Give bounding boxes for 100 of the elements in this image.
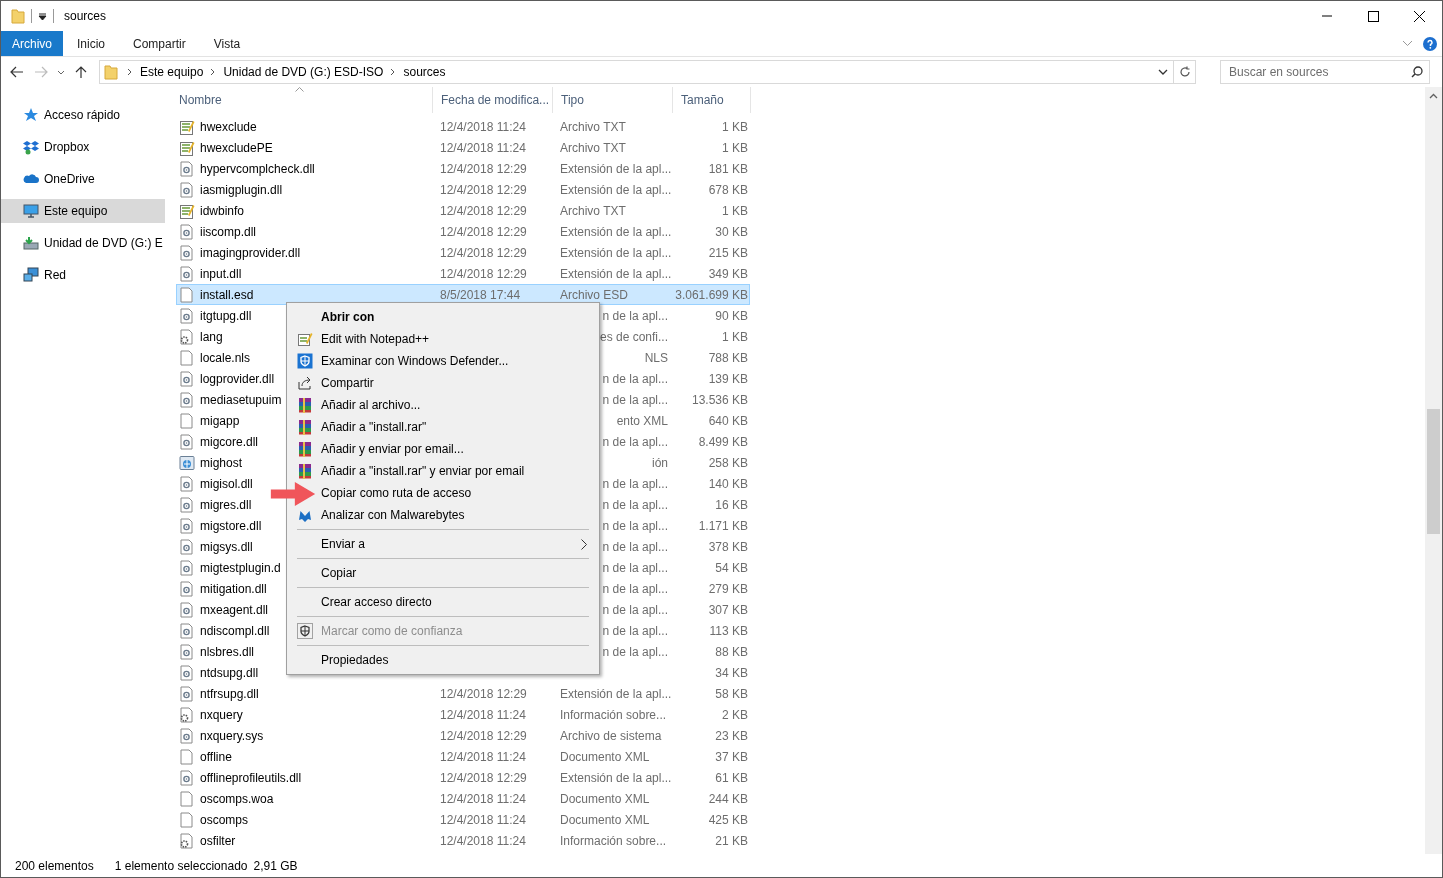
file-name[interactable]: ntdsupg.dll — [200, 665, 259, 680]
file-name[interactable]: mxeagent.dll — [200, 602, 269, 617]
menu-item[interactable]: Copiar como ruta de acceso — [321, 482, 599, 504]
file-name[interactable]: iasmigplugin.dll — [200, 182, 283, 197]
file-name[interactable]: ntfrsupg.dll — [200, 686, 259, 701]
file-name[interactable]: migisol.dll — [200, 476, 253, 491]
scroll-up-icon[interactable] — [1429, 93, 1438, 99]
column-header[interactable]: Tamaño — [673, 87, 751, 113]
gear-file-icon — [179, 601, 195, 618]
date-cell: 12/4/2018 12:29 — [440, 686, 527, 701]
column-header[interactable]: Fecha de modifica... — [433, 87, 553, 113]
file-name[interactable]: ndiscompl.dll — [200, 623, 270, 638]
file-name[interactable]: mediasetupuim — [200, 392, 282, 407]
search-field[interactable]: Buscar en sources — [1220, 60, 1430, 84]
file-name[interactable]: oscomps.woa — [200, 791, 274, 806]
gear-file-icon — [179, 244, 195, 261]
breadcrumb[interactable]: sources — [399, 65, 450, 79]
menu-item[interactable]: Crear acceso directo — [321, 591, 599, 613]
sidebar-item[interactable]: Red — [1, 263, 165, 287]
sidebar-item[interactable]: Este equipo — [1, 199, 165, 223]
menu-item[interactable]: Propiedades — [321, 649, 599, 671]
file-name[interactable]: nxquery — [200, 707, 243, 722]
type-cell: n de la apl... — [602, 602, 668, 617]
file-name[interactable]: migstore.dll — [200, 518, 262, 533]
expand-ribbon-icon[interactable] — [1402, 40, 1413, 47]
file-name[interactable]: hypervcomplcheck.dll — [200, 161, 315, 176]
menu-item[interactable]: Edit with Notepad++ — [321, 328, 599, 350]
file-name[interactable]: offline — [200, 749, 232, 764]
file-name[interactable]: idwbinfo — [200, 203, 245, 218]
notepad-icon — [297, 331, 313, 347]
file-name[interactable]: nlsbres.dll — [200, 644, 255, 659]
help-icon[interactable] — [1423, 36, 1437, 51]
menu-item[interactable]: Analizar con Malwarebytes — [321, 504, 599, 526]
file-name[interactable]: lang — [200, 329, 223, 344]
menu-item[interactable]: Copiar — [321, 562, 599, 584]
selected-row[interactable]: install.esd 8/5/2018 17:44 Archivo ESD 3.061.699 KB — [176, 284, 750, 305]
shield-icon — [297, 353, 313, 369]
file-name[interactable]: migcore.dll — [200, 434, 259, 449]
file-name[interactable]: hwexcludePE — [200, 140, 273, 155]
file-name[interactable]: migtestplugin.d — [200, 560, 281, 575]
file-menu-tab[interactable]: Archivo — [1, 31, 63, 56]
menu-item[interactable]: Añadir a "install.rar" — [321, 416, 599, 438]
file-name[interactable]: input.dll — [200, 266, 242, 281]
search-icon[interactable] — [1411, 66, 1423, 78]
type-cell: Archivo ESD — [560, 287, 629, 302]
dropdown-icon[interactable] — [1158, 69, 1168, 75]
sidebar-item[interactable]: Acceso rápido — [1, 103, 165, 127]
text-file-icon — [179, 118, 195, 135]
ribbon-tab[interactable]: Vista — [199, 31, 255, 56]
file-name[interactable]: migres.dll — [200, 497, 252, 512]
sidebar-item[interactable]: OneDrive — [1, 167, 165, 191]
file-name[interactable]: osfilter — [200, 833, 236, 848]
breadcrumb[interactable]: Unidad de DVD (G:) ESD-ISO — [219, 65, 388, 79]
breadcrumb[interactable]: Este equipo — [136, 65, 208, 79]
ribbon-tab[interactable]: Inicio — [63, 31, 120, 56]
file-name[interactable]: oscomps — [200, 812, 249, 827]
address-bar[interactable]: Este equipo Unidad de DVD (G:) ESD-ISO sources — [99, 60, 1196, 84]
gear-file-icon — [179, 223, 195, 240]
file-name[interactable]: mitigation.dll — [200, 581, 267, 596]
file-name[interactable]: offlineprofileutils.dll — [200, 770, 302, 785]
sidebar-item[interactable]: Dropbox — [1, 135, 165, 159]
gear-file-icon — [179, 727, 195, 744]
globe-app-icon — [179, 454, 195, 471]
size-cell: 139 KB — [708, 371, 748, 386]
file-name[interactable]: hwexclude — [200, 119, 257, 134]
file-name[interactable]: migapp — [200, 413, 240, 428]
file-name[interactable]: install.esd — [200, 287, 254, 302]
books-icon — [297, 419, 313, 435]
scroll-thumb[interactable] — [1427, 409, 1440, 534]
chevron-icon[interactable] — [126, 68, 134, 76]
menu-item[interactable]: Añadir a "install.rar" y enviar por email — [321, 460, 599, 482]
file-icon — [179, 412, 195, 429]
scrollbar[interactable] — [1425, 87, 1442, 854]
file-name[interactable]: iiscomp.dll — [200, 224, 256, 239]
column-header[interactable]: Nombre — [171, 87, 433, 113]
menu-item[interactable]: Abrir con — [321, 306, 599, 328]
type-cell: n de la apl... — [602, 308, 668, 323]
menu-item[interactable]: Añadir y enviar por email... — [321, 438, 599, 460]
monitor-icon — [23, 203, 39, 219]
menu-item[interactable]: Enviar a — [321, 533, 599, 555]
books-icon — [297, 441, 313, 457]
menu-item[interactable]: Examinar con Windows Defender... — [321, 350, 599, 372]
file-name[interactable]: nxquery.sys — [200, 728, 264, 743]
file-name[interactable]: logprovider.dll — [200, 371, 275, 386]
size-cell: 16 KB — [715, 497, 748, 512]
customize-toolbar-icon[interactable] — [38, 11, 47, 21]
type-cell: Extensión de la apl... — [560, 182, 672, 197]
ribbon-tab[interactable]: Compartir — [119, 31, 200, 56]
size-cell: 215 KB — [708, 245, 748, 260]
file-name[interactable]: mighost — [200, 455, 243, 470]
type-cell: n de la apl... — [602, 581, 668, 596]
file-name[interactable]: migsys.dll — [200, 539, 253, 554]
menu-item[interactable]: Añadir al archivo... — [321, 394, 599, 416]
file-name[interactable]: locale.nls — [200, 350, 251, 365]
type-cell: n de la apl... — [602, 644, 668, 659]
file-name[interactable]: itgtupg.dll — [200, 308, 252, 323]
sidebar-item[interactable]: Unidad de DVD (G:) E — [1, 231, 165, 255]
column-header[interactable]: Tipo — [553, 87, 673, 113]
menu-item[interactable]: Compartir — [321, 372, 599, 394]
file-name[interactable]: imagingprovider.dll — [200, 245, 301, 260]
